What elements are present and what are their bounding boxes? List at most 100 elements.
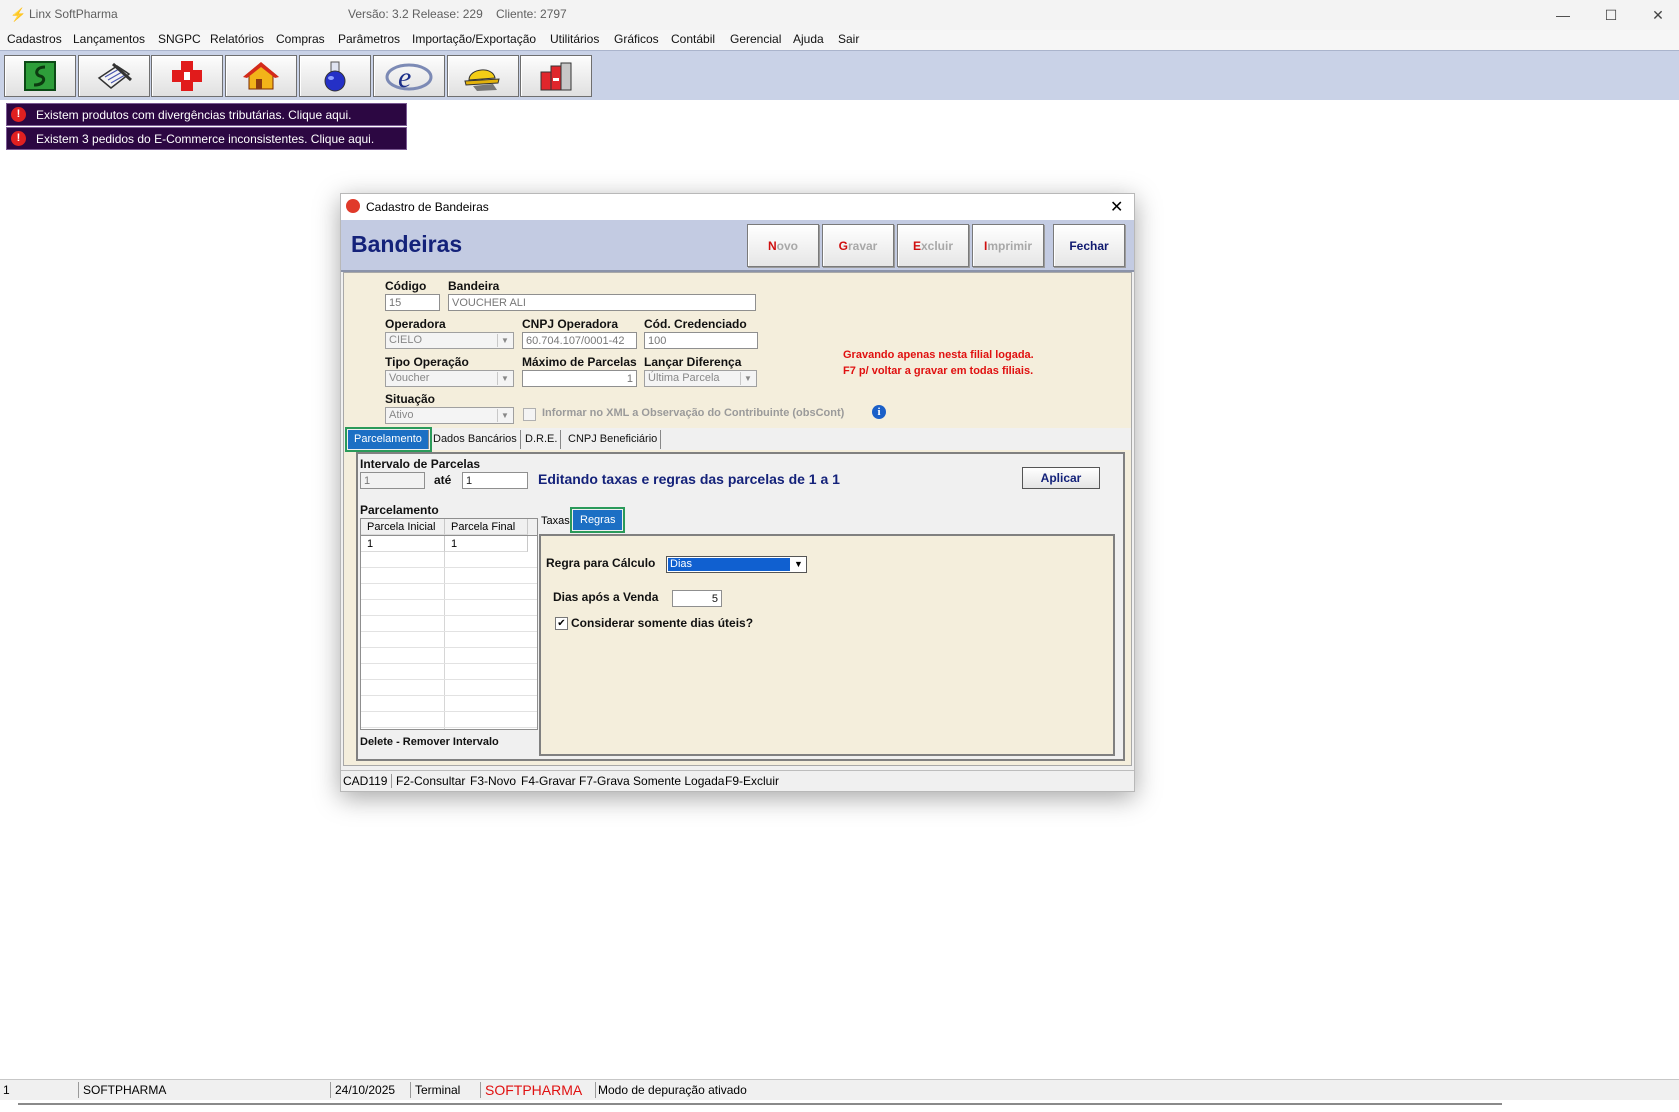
- minimize-button[interactable]: —: [1548, 4, 1578, 26]
- menu-importacao[interactable]: Importação/Exportação: [412, 32, 536, 46]
- situacao-select[interactable]: Ativo ▼: [385, 407, 514, 424]
- bandeira-label: Bandeira: [448, 279, 500, 293]
- grid-header: Parcela Inicial Parcela Final: [361, 519, 537, 536]
- helmet-icon: [464, 69, 500, 91]
- situacao-label: Situação: [385, 392, 436, 406]
- pharmacy-button[interactable]: [151, 55, 223, 97]
- max-parcelas-field[interactable]: 1: [522, 370, 637, 387]
- subtab-taxas[interactable]: Taxas: [538, 515, 573, 527]
- nfe-icon: e: [385, 61, 433, 93]
- money-button[interactable]: [4, 55, 76, 97]
- alert-icon: !: [11, 131, 26, 146]
- menu-ajuda[interactable]: Ajuda: [793, 32, 824, 46]
- notepad-button[interactable]: [78, 55, 150, 97]
- money-icon: [24, 61, 56, 91]
- regras-panel: Regra para Cálculo Dias ▼ Dias após a Ve…: [539, 534, 1115, 756]
- xml-obs-checkbox[interactable]: [523, 408, 536, 421]
- dias-uteis-label: Considerar somente dias úteis?: [571, 616, 754, 630]
- menu-compras[interactable]: Compras: [276, 32, 325, 46]
- alert-ecommerce-orders[interactable]: ! Existem 3 pedidos do E-Commerce incons…: [6, 127, 407, 150]
- dias-apos-venda-label: Dias após a Venda: [553, 590, 659, 604]
- menu-sair[interactable]: Sair: [838, 32, 859, 46]
- intervalo-ate-field[interactable]: 1: [462, 472, 528, 489]
- bandeira-field[interactable]: VOUCHER ALI: [448, 294, 756, 311]
- ate-label: até: [434, 473, 452, 487]
- nfe-button[interactable]: e: [373, 55, 445, 97]
- xml-obs-label: Informar no XML a Observação do Contribu…: [542, 407, 845, 419]
- excluir-button[interactable]: Excluir: [897, 224, 969, 267]
- status-f3: F3-Novo: [470, 774, 517, 788]
- lancar-diferenca-label: Lançar Diferença: [644, 355, 742, 369]
- subtab-regras[interactable]: Regras: [569, 507, 626, 533]
- info-icon[interactable]: i: [872, 405, 886, 419]
- novo-button[interactable]: Novo: [747, 224, 819, 267]
- grid-header-parcela-final[interactable]: Parcela Final: [445, 519, 528, 535]
- menu-parametros[interactable]: Parâmetros: [338, 32, 400, 46]
- credenciado-field[interactable]: 100: [644, 332, 758, 349]
- dialog-heading: Bandeiras: [351, 231, 463, 257]
- grid-header-parcela-inicial[interactable]: Parcela Inicial: [361, 519, 445, 535]
- menu-graficos[interactable]: Gráficos: [614, 32, 659, 46]
- lancar-diferenca-select[interactable]: Última Parcela ▼: [644, 370, 757, 387]
- helmet-button[interactable]: [447, 55, 519, 97]
- codigo-field[interactable]: 15: [385, 294, 440, 311]
- dialog-status-bar: CAD119 F2-Consultar F3-Novo F4-Gravar F7…: [341, 770, 1134, 791]
- aplicar-button[interactable]: Aplicar: [1022, 467, 1100, 489]
- flask-icon: [324, 61, 346, 92]
- pharmacy-cross-icon: [172, 61, 202, 91]
- main-status-bar: 1 SOFTPHARMA 24/10/2025 Terminal SOFTPHA…: [0, 1079, 1679, 1100]
- tab-cnpj-beneficiario[interactable]: CNPJ Beneficiário: [565, 430, 662, 449]
- menu-bar: Cadastros Lançamentos SNGPC Relatórios C…: [0, 30, 1679, 50]
- menu-relatorios[interactable]: Relatórios: [210, 32, 264, 46]
- alert-tax-divergence[interactable]: ! Existem produtos com divergências trib…: [6, 103, 407, 126]
- menu-gerencial[interactable]: Gerencial: [730, 32, 781, 46]
- tipo-operacao-label: Tipo Operação: [385, 355, 469, 369]
- house-button[interactable]: [225, 55, 297, 97]
- close-app-button[interactable]: ✕: [1643, 4, 1673, 26]
- intervalo-label: Intervalo de Parcelas: [360, 457, 481, 471]
- cnpj-operadora-label: CNPJ Operadora: [522, 317, 619, 331]
- tipo-operacao-select[interactable]: Voucher ▼: [385, 370, 514, 387]
- status-form-code: CAD119: [343, 774, 393, 788]
- menu-cadastros[interactable]: Cadastros: [7, 32, 62, 46]
- status-f4: F4-Gravar: [521, 774, 576, 788]
- house-icon: [243, 62, 279, 90]
- status-brand: SOFTPHARMA: [482, 1082, 596, 1098]
- dias-uteis-checkbox[interactable]: ✔: [555, 617, 568, 630]
- horizontal-scrollbar[interactable]: [18, 1103, 1502, 1105]
- operadora-label: Operadora: [385, 317, 446, 331]
- tab-parcelamento[interactable]: Parcelamento: [345, 427, 432, 452]
- app-logo-icon: ⚡: [10, 7, 27, 22]
- regra-calculo-select[interactable]: Dias ▼: [666, 556, 807, 573]
- dialog-body: Código 15 Bandeira VOUCHER ALI Operadora…: [343, 272, 1132, 766]
- gravar-button[interactable]: Gravar: [822, 224, 894, 267]
- credenciado-label: Cód. Credenciado: [644, 317, 747, 331]
- status-terminal: Terminal: [412, 1082, 481, 1098]
- menu-sngpc[interactable]: SNGPC: [158, 32, 201, 46]
- dias-apos-venda-field[interactable]: 5: [672, 590, 722, 607]
- parcelamento-grid-label: Parcelamento: [360, 503, 439, 517]
- menu-utilitarios[interactable]: Utilitários: [550, 32, 599, 46]
- operadora-select[interactable]: CIELO ▼: [385, 332, 514, 349]
- menu-contabil[interactable]: Contábil: [671, 32, 715, 46]
- parcelamento-grid: Parcela Inicial Parcela Final 1 1: [360, 518, 538, 730]
- status-number: 1: [0, 1082, 79, 1098]
- cadastro-bandeiras-dialog: Cadastro de Bandeiras ✕ Bandeiras Novo G…: [340, 193, 1135, 792]
- flask-button[interactable]: [299, 55, 371, 97]
- menu-lancamentos[interactable]: Lançamentos: [73, 32, 145, 46]
- fechar-button[interactable]: Fechar: [1053, 224, 1125, 267]
- tab-dre[interactable]: D.R.E.: [522, 430, 562, 449]
- status-f2: F2-Consultar: [396, 774, 466, 788]
- books-button[interactable]: [520, 55, 592, 97]
- imprimir-button[interactable]: Imprimir: [972, 224, 1044, 267]
- grid-cell-inicial: 1: [361, 536, 445, 552]
- app-title-bar: ⚡ Linx SoftPharma Versão: 3.2 Release: 2…: [0, 0, 1679, 30]
- grid-empty-rows: [361, 552, 537, 729]
- intervalo-de-field[interactable]: 1: [360, 472, 425, 489]
- cnpj-operadora-field[interactable]: 60.704.107/0001-42: [522, 332, 637, 349]
- maximize-button[interactable]: ☐: [1596, 4, 1626, 26]
- dialog-app-icon: [346, 199, 360, 213]
- dialog-close-icon[interactable]: ✕: [1110, 197, 1123, 217]
- editando-text: Editando taxas e regras das parcelas de …: [538, 471, 840, 487]
- tab-dados-bancarios[interactable]: Dados Bancários: [430, 430, 521, 449]
